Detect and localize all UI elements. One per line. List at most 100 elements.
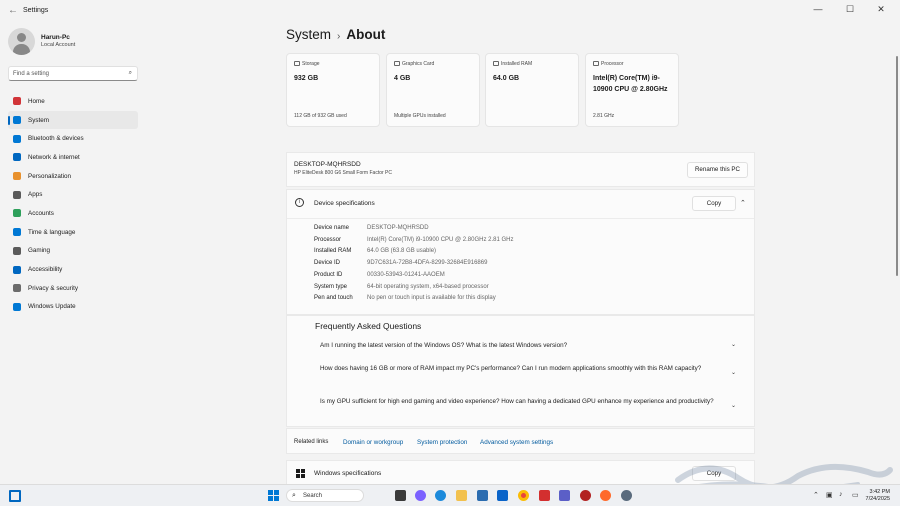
- update-icon: [12, 302, 22, 312]
- store-icon[interactable]: [477, 490, 488, 501]
- start-button[interactable]: [268, 490, 279, 501]
- card-value: 932 GB: [294, 75, 319, 82]
- gaming-icon: [12, 246, 22, 256]
- sidebar-item-system[interactable]: System: [8, 110, 138, 130]
- bluetooth-icon: [12, 134, 22, 144]
- breadcrumb-chevron-icon: ›: [337, 31, 341, 42]
- spec-key: Device name: [314, 225, 350, 231]
- user-profile[interactable]: Harun-Pc Local Account: [8, 28, 138, 56]
- tray-chevron-icon[interactable]: ⌃: [813, 491, 819, 499]
- speaker-icon[interactable]: ♪: [839, 491, 843, 498]
- spec-value: Intel(R) Core(TM) i9-10900 CPU @ 2.80GHz…: [367, 236, 514, 243]
- installed-ram-card[interactable]: Installed RAM 64.0 GB: [485, 53, 579, 127]
- chevron-up-icon[interactable]: ⌃: [740, 199, 746, 207]
- sidebar-item-accounts[interactable]: Accounts: [8, 204, 138, 223]
- maximize-button[interactable]: ☐: [843, 4, 857, 15]
- faq-heading: Frequently Asked Questions: [315, 321, 422, 331]
- sidebar-item-label: Home: [28, 97, 45, 105]
- close-button[interactable]: ✕: [874, 4, 888, 15]
- sidebar-item-personalization[interactable]: Personalization: [8, 167, 138, 186]
- card-label: Processor: [601, 61, 624, 67]
- sidebar-item-label: Accessibility: [28, 266, 63, 274]
- file-explorer-icon[interactable]: [456, 490, 467, 501]
- windows-specs-heading: Windows specifications: [314, 470, 382, 477]
- battery-icon[interactable]: ▭: [852, 491, 859, 499]
- minimize-button[interactable]: —: [811, 4, 825, 14]
- sidebar-item-label: Privacy & security: [28, 284, 79, 292]
- spec-value: No pen or touch input is available for t…: [367, 295, 496, 302]
- avatar: [8, 28, 35, 55]
- app-orange-icon[interactable]: [600, 490, 611, 501]
- globe-icon: [12, 227, 22, 237]
- sidebar-item-home[interactable]: Home: [8, 92, 138, 111]
- faq-question[interactable]: Am I running the latest version of the W…: [320, 341, 730, 350]
- search-icon: ⌕: [292, 492, 296, 499]
- taskbar-search[interactable]: ⌕ Search: [286, 489, 364, 502]
- accessibility-icon: [12, 265, 22, 275]
- network-icon[interactable]: ▣: [826, 491, 833, 499]
- sidebar-item-windows-update[interactable]: Windows Update: [8, 298, 138, 317]
- faq-question[interactable]: Is my GPU sufficient for high end gaming…: [320, 397, 730, 406]
- sidebar-item-apps[interactable]: Apps: [8, 185, 138, 204]
- copilot-icon[interactable]: [415, 490, 426, 501]
- card-label: Installed RAM: [501, 61, 533, 67]
- app-red-icon[interactable]: [580, 490, 591, 501]
- sidebar-item-label: Apps: [28, 191, 43, 199]
- acrobat-icon[interactable]: [539, 490, 550, 501]
- domain-workgroup-link[interactable]: Domain or workgroup: [343, 439, 403, 446]
- pc-name-panel: DESKTOP-MQHRSDD HP EliteDesk 800 G6 Smal…: [286, 152, 755, 187]
- settings-gear-icon[interactable]: [621, 490, 632, 501]
- scrollbar[interactable]: [896, 56, 898, 276]
- spec-value: 64-bit operating system, x64-based proce…: [367, 283, 489, 290]
- sidebar-item-network-internet[interactable]: Network & internet: [8, 148, 138, 167]
- sidebar-item-label: Network & internet: [28, 153, 80, 161]
- chevron-down-icon[interactable]: ⌄: [731, 369, 736, 376]
- task-view-icon[interactable]: [395, 490, 406, 501]
- sidebar-item-bluetooth-devices[interactable]: Bluetooth & devices: [8, 129, 138, 148]
- sidebar-item-label: Time & language: [28, 228, 76, 236]
- info-icon: i: [295, 198, 304, 207]
- copy-specs-button[interactable]: Copy: [692, 196, 736, 211]
- spec-key: System type: [314, 283, 348, 290]
- spec-value: 64.0 GB (63.8 GB usable): [367, 248, 437, 255]
- chrome-icon[interactable]: [518, 490, 529, 501]
- clock-time: 3:42 PM: [869, 489, 890, 495]
- graphics-card-card[interactable]: Graphics Card 4 GB Multiple GPUs install…: [386, 53, 480, 127]
- widgets-icon[interactable]: [9, 490, 21, 502]
- specs-heading: Device specifications: [314, 200, 375, 207]
- ram-icon: [493, 61, 499, 66]
- system-protection-link[interactable]: System protection: [417, 439, 467, 446]
- settings-search-input[interactable]: Find a setting ⌕: [8, 66, 138, 81]
- device-specs-panel: i Device specifications Copy ⌃ Device na…: [286, 189, 755, 315]
- storage-icon: [294, 61, 300, 66]
- sidebar-item-accessibility[interactable]: Accessibility: [8, 260, 138, 279]
- processor-icon: [593, 61, 599, 66]
- chevron-down-icon[interactable]: ⌄: [731, 402, 736, 409]
- spec-value: DESKTOP-MQHRSDD: [367, 225, 429, 231]
- clock[interactable]: 3:42 PM 7/24/2025: [866, 489, 890, 503]
- sidebar-item-label: Accounts: [28, 209, 54, 217]
- wifi-icon: [12, 152, 22, 162]
- sidebar-item-time-language[interactable]: Time & language: [8, 223, 138, 242]
- outlook-icon[interactable]: [497, 490, 508, 501]
- breadcrumb-system[interactable]: System: [286, 27, 331, 42]
- processor-card[interactable]: Processor Intel(R) Core(TM) i9-10900 CPU…: [585, 53, 679, 127]
- advanced-settings-link[interactable]: Advanced system settings: [480, 439, 553, 446]
- sidebar-item-label: Windows Update: [28, 303, 76, 311]
- card-sub: Multiple GPUs installed: [394, 113, 446, 119]
- accounts-icon: [12, 208, 22, 218]
- edge-icon[interactable]: [435, 490, 446, 501]
- storage-card[interactable]: Storage 932 GB 112 GB of 932 GB used: [286, 53, 380, 127]
- sidebar-item-privacy-security[interactable]: Privacy & security: [8, 279, 138, 298]
- spec-key: Product ID: [314, 271, 343, 278]
- rename-pc-button[interactable]: Rename this PC: [687, 162, 748, 178]
- windows-logo-icon: [296, 469, 305, 478]
- window-title: Settings: [23, 7, 49, 14]
- teams-icon[interactable]: [559, 490, 570, 501]
- faq-question[interactable]: How does having 16 GB or more of RAM imp…: [320, 364, 730, 373]
- page-title: About: [346, 27, 386, 42]
- chevron-down-icon[interactable]: ⌄: [731, 341, 736, 348]
- sidebar-item-gaming[interactable]: Gaming: [8, 242, 138, 261]
- back-arrow-icon[interactable]: ←: [8, 5, 18, 16]
- search-icon: ⌕: [128, 70, 132, 76]
